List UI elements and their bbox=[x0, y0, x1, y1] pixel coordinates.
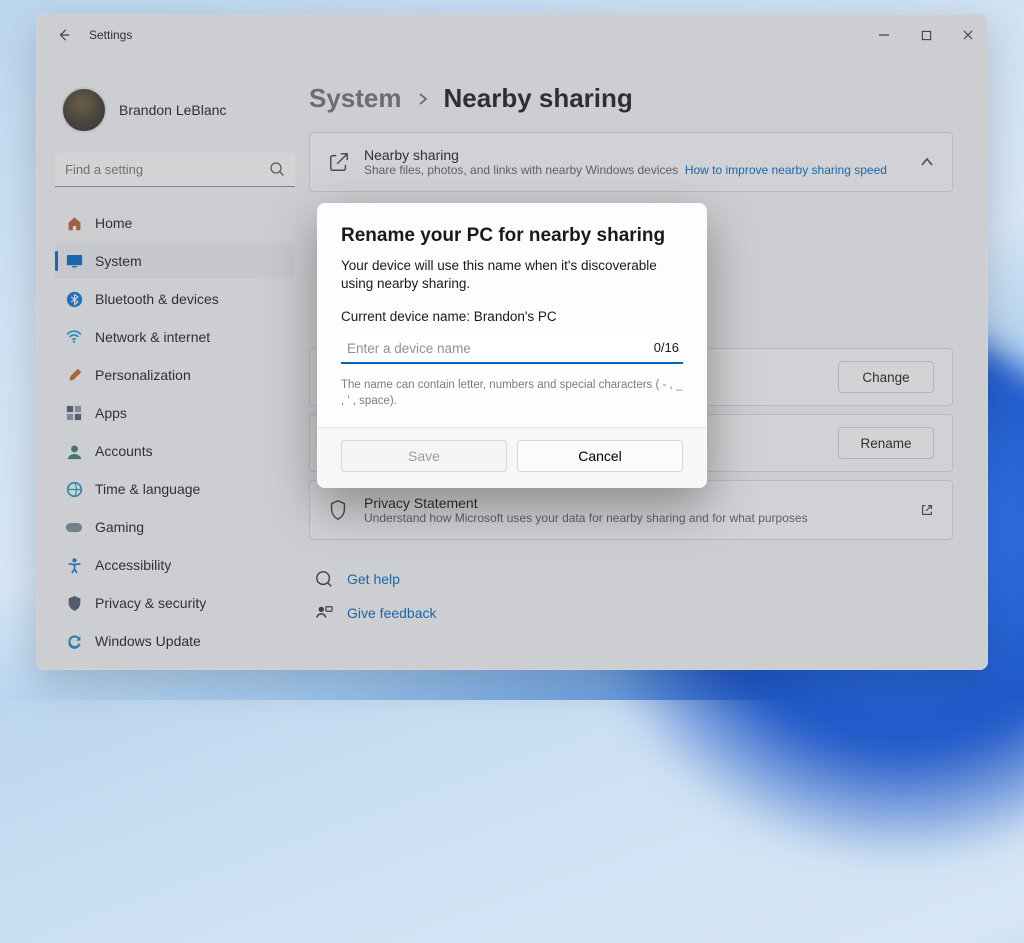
settings-window: Settings Brandon LeBlanc bbox=[36, 14, 988, 670]
save-button[interactable]: Save bbox=[341, 440, 507, 472]
cancel-button[interactable]: Cancel bbox=[517, 440, 683, 472]
modal-scrim: Rename your PC for nearby sharing Your d… bbox=[37, 15, 987, 669]
dialog-current-name: Current device name: Brandon's PC bbox=[341, 309, 683, 324]
dialog-title: Rename your PC for nearby sharing bbox=[341, 225, 683, 247]
dialog-hint: The name can contain letter, numbers and… bbox=[341, 378, 683, 409]
device-name-input[interactable] bbox=[341, 334, 683, 364]
char-counter: 0/16 bbox=[654, 340, 679, 355]
rename-dialog: Rename your PC for nearby sharing Your d… bbox=[317, 203, 707, 488]
dialog-description: Your device will use this name when it's… bbox=[341, 257, 683, 293]
